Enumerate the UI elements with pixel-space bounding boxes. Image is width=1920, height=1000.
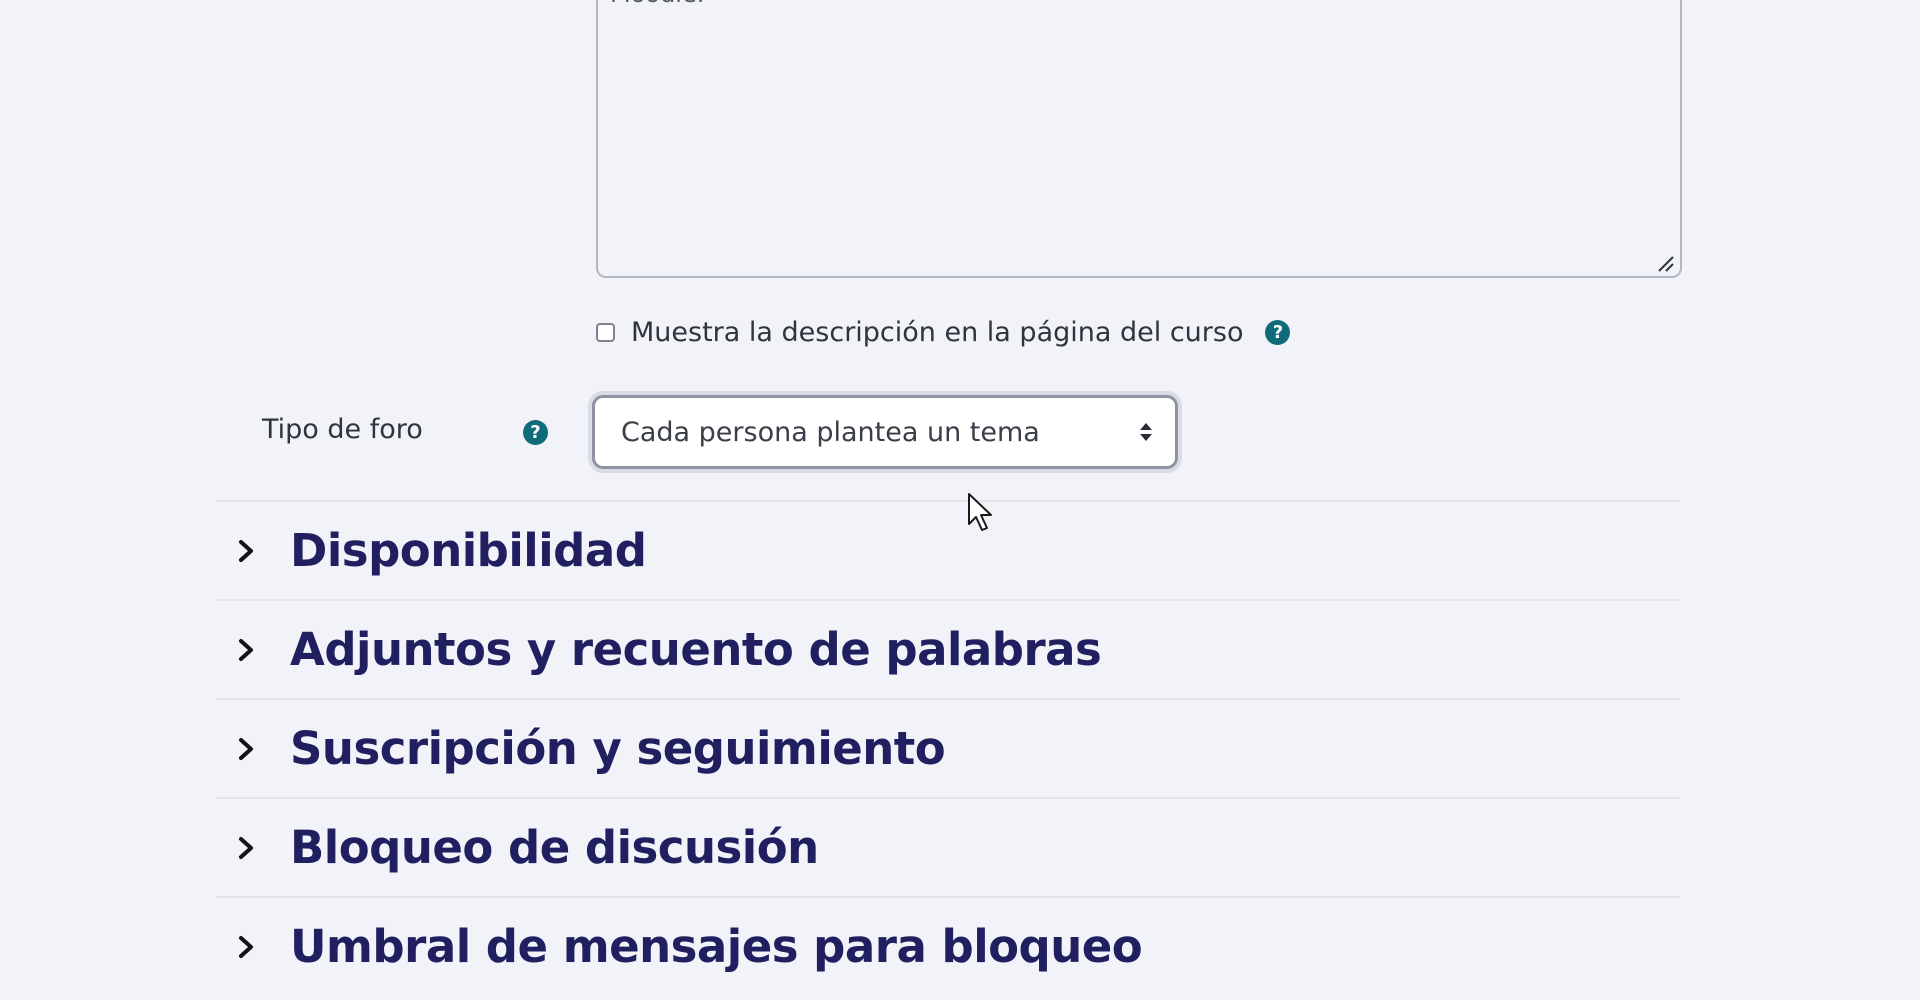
description-textarea[interactable]: Moodle. xyxy=(596,0,1682,278)
forum-type-selected-value: Cada persona plantea un tema xyxy=(621,417,1040,448)
show-description-checkbox[interactable] xyxy=(596,322,615,342)
resize-handle-icon[interactable] xyxy=(1656,254,1674,272)
forum-type-select[interactable]: Cada persona plantea un tema xyxy=(592,395,1178,469)
question-circle-icon[interactable]: ? xyxy=(1265,319,1291,345)
mouse-cursor-icon xyxy=(968,493,992,531)
section-disponibilidad[interactable]: Disponibilidad xyxy=(216,500,1680,599)
section-title[interactable]: Adjuntos y recuento de palabras xyxy=(290,623,1102,676)
chevron-right-icon[interactable] xyxy=(236,734,258,764)
description-text: Moodle. xyxy=(610,0,704,8)
section-umbral[interactable]: Umbral de mensajes para bloqueo xyxy=(216,896,1680,995)
chevron-right-icon[interactable] xyxy=(236,536,258,566)
section-bloqueo[interactable]: Bloqueo de discusión xyxy=(216,797,1680,896)
section-title[interactable]: Bloqueo de discusión xyxy=(290,821,819,874)
section-title[interactable]: Suscripción y seguimiento xyxy=(290,722,946,775)
question-circle-icon[interactable]: ? xyxy=(523,420,548,445)
section-suscripcion[interactable]: Suscripción y seguimiento xyxy=(216,698,1680,797)
show-description-label[interactable]: Muestra la descripción en la página del … xyxy=(631,317,1243,348)
forum-settings-page: Moodle. Muestra la descripción en la pág… xyxy=(0,0,1920,1000)
section-title[interactable]: Umbral de mensajes para bloqueo xyxy=(290,920,1143,973)
forum-type-label: Tipo de foro xyxy=(262,414,423,445)
collapsible-sections: Disponibilidad Adjuntos y recuento de pa… xyxy=(216,500,1680,995)
section-title[interactable]: Disponibilidad xyxy=(290,524,647,577)
chevron-right-icon[interactable] xyxy=(236,635,258,665)
show-description-row: Muestra la descripción en la página del … xyxy=(596,314,1291,350)
select-arrows-icon xyxy=(1140,423,1152,441)
chevron-right-icon[interactable] xyxy=(236,833,258,863)
chevron-right-icon[interactable] xyxy=(236,932,258,962)
section-adjuntos[interactable]: Adjuntos y recuento de palabras xyxy=(216,599,1680,698)
